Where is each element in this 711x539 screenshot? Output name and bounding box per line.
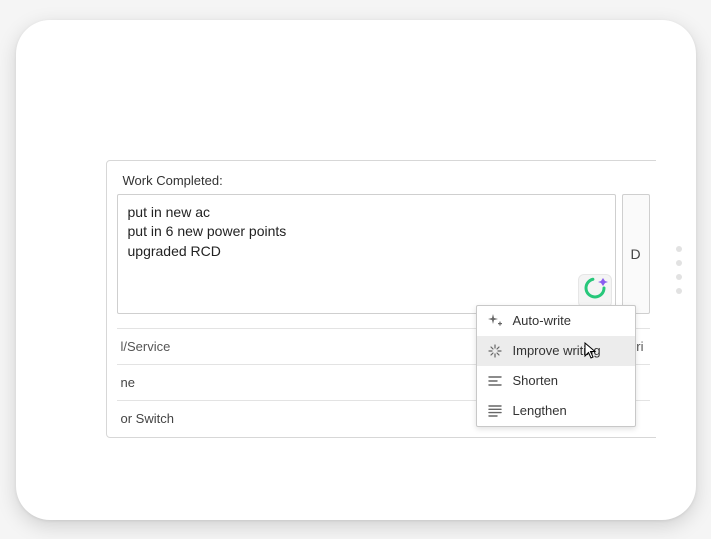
shorten-lines-icon <box>487 373 503 389</box>
sparkle-plus-icon <box>487 313 503 329</box>
ai-assist-button[interactable] <box>578 274 612 308</box>
tablet-device-frame: Work Completed: put in new ac put in 6 n… <box>16 20 696 520</box>
burst-icon <box>487 343 503 359</box>
menu-item-label: Lengthen <box>513 403 567 418</box>
menu-item-label: Auto-write <box>513 313 572 328</box>
ai-menu-lengthen[interactable]: Lengthen <box>477 396 635 426</box>
work-completed-field-wrap: put in new ac put in 6 new power points … <box>117 194 650 314</box>
ai-menu-auto-write[interactable]: Auto-write <box>477 306 635 336</box>
tablet-screen: Work Completed: put in new ac put in 6 n… <box>36 40 656 500</box>
work-completed-label: Work Completed: <box>117 171 650 188</box>
ai-spark-icon <box>582 275 608 306</box>
ai-menu-shorten[interactable]: Shorten <box>477 366 635 396</box>
work-completed-textarea[interactable]: put in new ac put in 6 new power points … <box>117 194 616 314</box>
work-completed-panel: Work Completed: put in new ac put in 6 n… <box>106 160 656 438</box>
ai-assist-menu: Auto-write Improve writing Shorten <box>476 305 636 427</box>
tablet-side-buttons <box>676 246 682 294</box>
menu-item-label: Improve writing <box>513 343 601 358</box>
menu-item-label: Shorten <box>513 373 559 388</box>
side-button[interactable]: D <box>622 194 650 314</box>
lengthen-lines-icon <box>487 403 503 419</box>
ai-menu-improve-writing[interactable]: Improve writing <box>477 336 635 366</box>
